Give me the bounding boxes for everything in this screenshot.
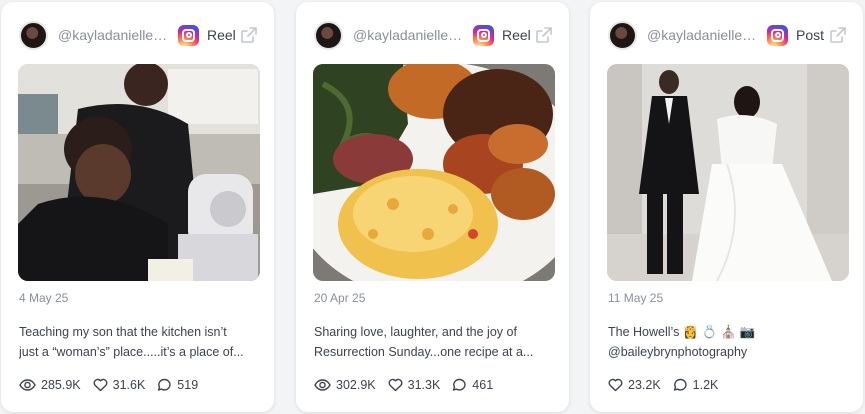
external-link-icon[interactable] [829, 26, 847, 44]
post-type-label: Reel [502, 27, 531, 43]
account-handle[interactable]: @kayladaniellea... [353, 27, 467, 43]
post-card[interactable]: @kayladaniellea... Reel 4 May 25 Teachin… [1, 2, 274, 412]
thumbnail-image-wedding [607, 64, 849, 281]
post-stats: 302.9K 31.3K 461 [314, 378, 505, 392]
thumbnail-image-kitchen [18, 64, 260, 281]
eye-icon [19, 379, 36, 391]
avatar[interactable] [314, 20, 343, 50]
post-type-label: Post [796, 27, 825, 43]
likes-count: 23.2K [628, 378, 661, 392]
comment-icon [158, 378, 171, 391]
heart-icon [388, 378, 403, 392]
comment-icon [453, 378, 466, 391]
post-caption: Sharing love, laughter, and the joy of R… [314, 322, 553, 362]
post-type-label: Reel [207, 27, 236, 43]
post-card[interactable]: @kayladaniellea... Post 11 May 25 The Ho… [590, 2, 863, 412]
instagram-icon [473, 24, 494, 46]
post-stats: 23.2K 1.2K [608, 378, 730, 392]
views-stat: 285.9K [19, 378, 81, 392]
likes-stat: 31.6K [93, 378, 146, 392]
comment-icon [673, 378, 687, 391]
post-thumbnail[interactable] [18, 64, 260, 281]
likes-count: 31.6K [112, 378, 146, 392]
post-caption: Teaching my son that the kitchen isn’t j… [19, 322, 258, 362]
card-header: @kayladaniellea... Reel [19, 19, 258, 51]
post-date: 11 May 25 [608, 291, 664, 305]
likes-stat: 31.3K [388, 378, 441, 392]
card-header: @kayladaniellea... Reel [314, 19, 553, 51]
views-stat: 302.9K [314, 378, 376, 392]
post-date: 4 May 25 [19, 291, 69, 305]
comments-stat: 461 [452, 378, 493, 392]
heart-icon [93, 378, 108, 392]
comments-stat: 1.2K [673, 378, 719, 392]
account-handle[interactable]: @kayladaniellea... [647, 27, 761, 43]
caption-line: just a “woman’s” place.....it’s a place … [19, 345, 244, 359]
external-link-icon[interactable] [240, 26, 258, 44]
post-caption: The Howell’s 👸 💍 ⛪ 📷 @baileybrynphotogra… [608, 322, 847, 362]
caption-line: Sharing love, laughter, and the joy of [314, 325, 517, 339]
likes-count: 31.3K [407, 378, 441, 392]
comments-stat: 519 [157, 378, 198, 392]
post-thumbnail[interactable] [313, 64, 555, 281]
post-thumbnail[interactable] [607, 64, 849, 281]
caption-line: @baileybrynphotography [608, 345, 748, 359]
comments-count: 1.2K [692, 378, 719, 392]
heart-icon [608, 378, 623, 392]
post-date: 20 Apr 25 [314, 291, 366, 305]
caption-line: Resurrection Sunday...one recipe at a... [314, 345, 534, 359]
post-stats: 285.9K 31.6K 519 [19, 378, 210, 392]
instagram-icon [767, 24, 788, 46]
caption-line: Teaching my son that the kitchen isn’t [19, 325, 227, 339]
account-handle[interactable]: @kayladaniellea... [58, 27, 172, 43]
thumbnail-image-food-plate [313, 64, 555, 281]
eye-icon [314, 379, 331, 391]
comments-count: 519 [177, 378, 199, 392]
card-header: @kayladaniellea... Post [608, 19, 847, 51]
post-card[interactable]: @kayladaniellea... Reel 20 Apr 25 Sharin… [296, 2, 569, 412]
views-count: 302.9K [336, 378, 376, 392]
avatar[interactable] [608, 20, 637, 50]
views-count: 285.9K [41, 378, 81, 392]
avatar[interactable] [19, 20, 48, 50]
caption-line: The Howell’s 👸 💍 ⛪ 📷 [608, 325, 756, 339]
comments-count: 461 [472, 378, 494, 392]
likes-stat: 23.2K [608, 378, 661, 392]
external-link-icon[interactable] [535, 26, 553, 44]
instagram-icon [178, 24, 199, 46]
